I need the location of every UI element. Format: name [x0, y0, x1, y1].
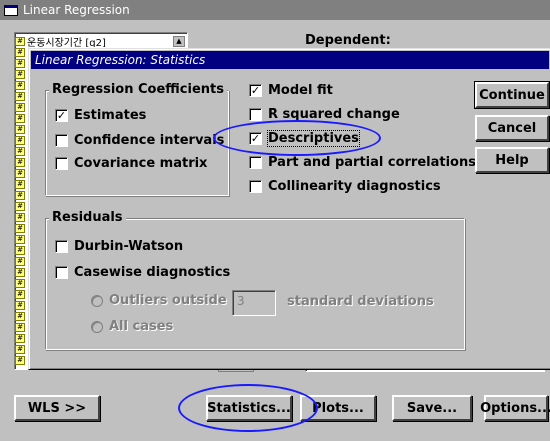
outliers-value: 3	[237, 294, 245, 308]
save-label: Save...	[406, 400, 458, 416]
confidence-intervals-checkbox[interactable]: Confidence intervals	[55, 133, 224, 148]
casewise-diagnostics-checkbox[interactable]: Casewise diagnostics	[55, 265, 230, 280]
collinearity-diagnostics-label: Collinearity diagnostics	[268, 179, 441, 194]
variable-icon: #	[15, 235, 25, 244]
help-button[interactable]: Help	[475, 147, 549, 173]
all-cases-radio-button[interactable]	[91, 320, 103, 333]
collinearity-diagnostics-check-box[interactable]	[249, 180, 262, 193]
cancel-label: Cancel	[487, 120, 537, 136]
collinearity-diagnostics-checkbox[interactable]: Collinearity diagnostics	[249, 179, 441, 194]
variable-icon: #	[15, 246, 25, 255]
descriptives-checkbox[interactable]: ✓ Descriptives	[249, 130, 360, 147]
continue-label: Continue	[479, 87, 545, 103]
descriptives-check-box[interactable]: ✓	[249, 132, 262, 145]
variable-icon: #	[15, 136, 25, 145]
variable-icon: #	[15, 114, 25, 123]
statistics-dialog: Linear Regression: Statistics Regression…	[28, 48, 550, 370]
all-cases-label: All cases	[109, 319, 174, 334]
model-fit-checkbox[interactable]: ✓ Model fit	[249, 83, 333, 98]
continue-button[interactable]: Continue	[474, 81, 550, 109]
variable-icon: #	[15, 37, 25, 46]
variable-icon: #	[15, 81, 25, 90]
covariance-matrix-check-box[interactable]	[55, 157, 68, 170]
durbin-watson-label: Durbin-Watson	[74, 239, 184, 254]
options-button[interactable]: Options...	[480, 395, 550, 421]
variable-list-item[interactable]: # 운동시장기간 [q2]	[15, 36, 187, 47]
plots-button[interactable]: Plots...	[300, 395, 376, 421]
estimates-checkbox[interactable]: ✓ Estimates	[55, 108, 146, 123]
variable-icon: #	[15, 290, 25, 299]
model-fit-check-box[interactable]: ✓	[249, 84, 262, 97]
variable-icon: #	[15, 202, 25, 211]
variable-icon: #	[15, 213, 25, 222]
estimates-label: Estimates	[74, 108, 147, 123]
covariance-matrix-label: Covariance matrix	[74, 156, 208, 171]
variable-icon: #	[15, 356, 25, 365]
statistics-button[interactable]: Statistics...	[206, 395, 292, 421]
durbin-watson-check-box[interactable]	[55, 240, 68, 253]
help-label: Help	[495, 152, 529, 168]
descriptives-label: Descriptives	[267, 130, 360, 147]
dialog-title: Linear Regression: Statistics	[35, 53, 206, 67]
cancel-button[interactable]: Cancel	[475, 115, 549, 141]
variable-icon: #	[15, 48, 25, 57]
variable-icon: #	[15, 345, 25, 354]
residuals-label: Residuals	[49, 210, 126, 225]
variable-icon: #	[15, 279, 25, 288]
statistics-label: Statistics...	[207, 400, 291, 416]
outliers-value-field[interactable]: 3	[232, 290, 276, 316]
durbin-watson-checkbox[interactable]: Durbin-Watson	[55, 239, 183, 254]
window-icon	[4, 4, 18, 16]
part-partial-correlations-checkbox[interactable]: Part and partial correlations	[249, 155, 476, 170]
variable-icon: #	[15, 70, 25, 79]
r-squared-change-checkbox[interactable]: R squared change	[249, 107, 400, 122]
variable-icon: #	[15, 92, 25, 101]
options-label: Options...	[480, 400, 550, 416]
wls-button[interactable]: WLS >>	[14, 395, 100, 421]
variable-name: 운동시장기간 [q2]	[27, 38, 106, 47]
variable-icon: #	[15, 59, 25, 68]
save-button[interactable]: Save...	[392, 395, 472, 421]
outliers-outside-radio-button[interactable]	[91, 294, 103, 307]
all-cases-radio[interactable]: All cases	[91, 319, 173, 334]
dialog-title-bar[interactable]: Linear Regression: Statistics	[31, 51, 549, 69]
dependent-label: Dependent:	[305, 33, 391, 48]
casewise-diagnostics-label: Casewise diagnostics	[74, 265, 231, 280]
main-window-title-bar[interactable]: Linear Regression	[0, 0, 550, 20]
outliers-outside-radio[interactable]: Outliers outside	[91, 293, 227, 308]
variable-icon: #	[15, 169, 25, 178]
variable-icon: #	[15, 268, 25, 277]
standard-deviations-label: standard deviations	[287, 294, 434, 309]
variable-icon: #	[15, 103, 25, 112]
outliers-outside-label: Outliers outside	[109, 293, 227, 308]
variable-icon: #	[15, 257, 25, 266]
confidence-intervals-label: Confidence intervals	[74, 133, 225, 148]
variable-icon: #	[15, 158, 25, 167]
part-partial-correlations-label: Part and partial correlations	[268, 155, 476, 170]
variable-icon: #	[15, 180, 25, 189]
variable-icon: #	[15, 191, 25, 200]
variable-icon: #	[15, 224, 25, 233]
main-window-title: Linear Regression	[23, 3, 130, 17]
estimates-check-box[interactable]: ✓	[55, 109, 68, 122]
r-squared-change-label: R squared change	[268, 107, 400, 122]
r-squared-change-check-box[interactable]	[249, 108, 262, 121]
variable-list-scroll-up[interactable]: ▲	[173, 36, 185, 47]
variable-icon: #	[15, 323, 25, 332]
covariance-matrix-checkbox[interactable]: Covariance matrix	[55, 156, 207, 171]
confidence-intervals-check-box[interactable]	[55, 134, 68, 147]
plots-label: Plots...	[312, 400, 364, 416]
wls-label: WLS >>	[27, 400, 87, 416]
variable-icon: #	[15, 125, 25, 134]
casewise-diagnostics-check-box[interactable]	[55, 266, 68, 279]
model-fit-label: Model fit	[268, 83, 333, 98]
variable-icon: #	[15, 334, 25, 343]
variable-icon: #	[15, 301, 25, 310]
part-partial-correlations-check-box[interactable]	[249, 156, 262, 169]
variable-icon: #	[15, 147, 25, 156]
regression-coefficients-label: Regression Coefficients	[49, 82, 227, 97]
variable-icon: #	[15, 312, 25, 321]
